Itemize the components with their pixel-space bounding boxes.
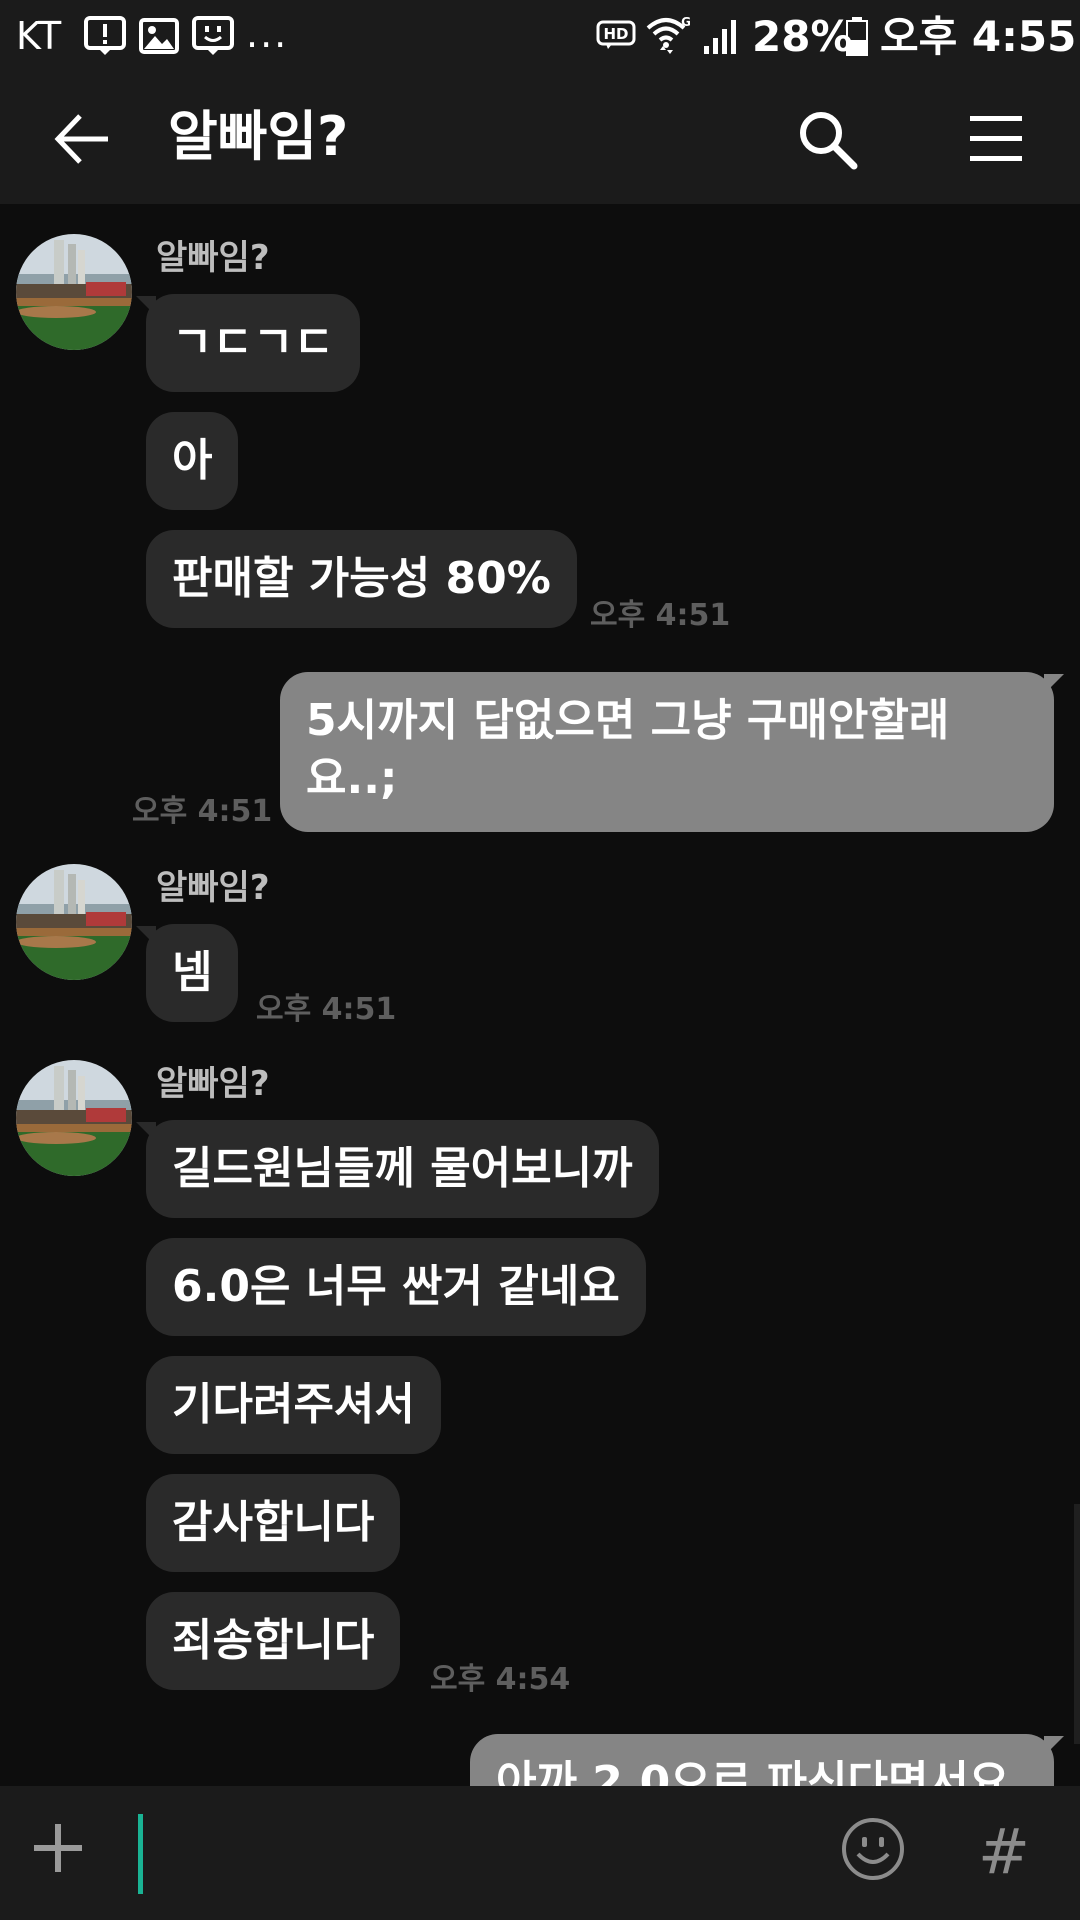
message-bubble[interactable]: 판매할 가능성 80% <box>146 530 577 628</box>
back-arrow-icon[interactable] <box>50 108 116 170</box>
hd-voice-icon: HD <box>596 20 636 49</box>
message-bubble-sent[interactable]: 아까 2.0으로 파신다면서요 <box>470 1734 1054 1786</box>
message-bubble[interactable]: 6.0은 너무 싼거 같네요 <box>146 1238 646 1336</box>
face-icon <box>192 16 234 55</box>
message-bubble[interactable]: 길드원님들께 물어보니까 <box>146 1120 659 1218</box>
message-input-bar: # <box>0 1786 1080 1920</box>
search-icon[interactable] <box>796 108 860 172</box>
battery-percent: 28% <box>752 12 853 61</box>
scroll-indicator[interactable] <box>1074 1504 1080 1744</box>
plus-icon[interactable] <box>30 1820 86 1876</box>
message-input[interactable] <box>126 1810 806 1894</box>
svg-text:G: G <box>681 15 690 29</box>
sender-name: 알빠임? <box>156 868 270 908</box>
battery-icon <box>846 17 868 56</box>
chat-header: 알빠임? <box>0 72 1080 204</box>
message-bubble-sent[interactable]: 5시까지 답없으면 그냥 구매안할래요..; <box>280 672 1054 832</box>
message-bubble[interactable]: ㄱㄷㄱㄷ <box>146 294 360 392</box>
avatar[interactable] <box>16 234 132 350</box>
message-bubble[interactable]: 기다려주셔서 <box>146 1356 441 1454</box>
message-bubble[interactable]: 아 <box>146 412 239 510</box>
chat-title: 알빠임? <box>168 105 349 168</box>
hashtag-search-button[interactable]: # <box>978 1812 1030 1892</box>
message-time: 오후 4:51 <box>132 794 273 829</box>
signal-icon <box>704 20 736 54</box>
sender-name: 알빠임? <box>156 1064 270 1104</box>
status-bar: KT ... HD G 28% 오후 4:55 <box>0 0 1080 72</box>
svg-text:HD: HD <box>603 25 628 43</box>
carrier-label: KT <box>16 14 62 58</box>
text-caret <box>138 1814 143 1894</box>
chat-area[interactable]: 알빠임? ㄱㄷㄱㄷ 아 판매할 가능성 80% 오후 4:51 오후 4:51 … <box>0 204 1080 1786</box>
avatar[interactable] <box>16 1060 132 1176</box>
more-notifications: ... <box>246 12 289 56</box>
message-bubble[interactable]: 감사합니다 <box>146 1474 401 1572</box>
message-bubble[interactable]: 넴 <box>146 924 239 1022</box>
message-time: 오후 4:54 <box>430 1662 571 1697</box>
alert-icon <box>84 16 126 55</box>
message-bubble[interactable]: 죄송합니다 <box>146 1592 401 1690</box>
wifi-icon: G <box>646 15 690 54</box>
sender-name: 알빠임? <box>156 238 270 278</box>
menu-icon[interactable] <box>966 112 1026 166</box>
status-time: 오후 4:55 <box>880 12 1077 61</box>
message-time: 오후 4:51 <box>590 598 731 633</box>
image-icon <box>139 18 179 54</box>
avatar[interactable] <box>16 864 132 980</box>
emoticon-icon[interactable] <box>838 1814 908 1884</box>
message-time: 오후 4:51 <box>256 992 397 1027</box>
